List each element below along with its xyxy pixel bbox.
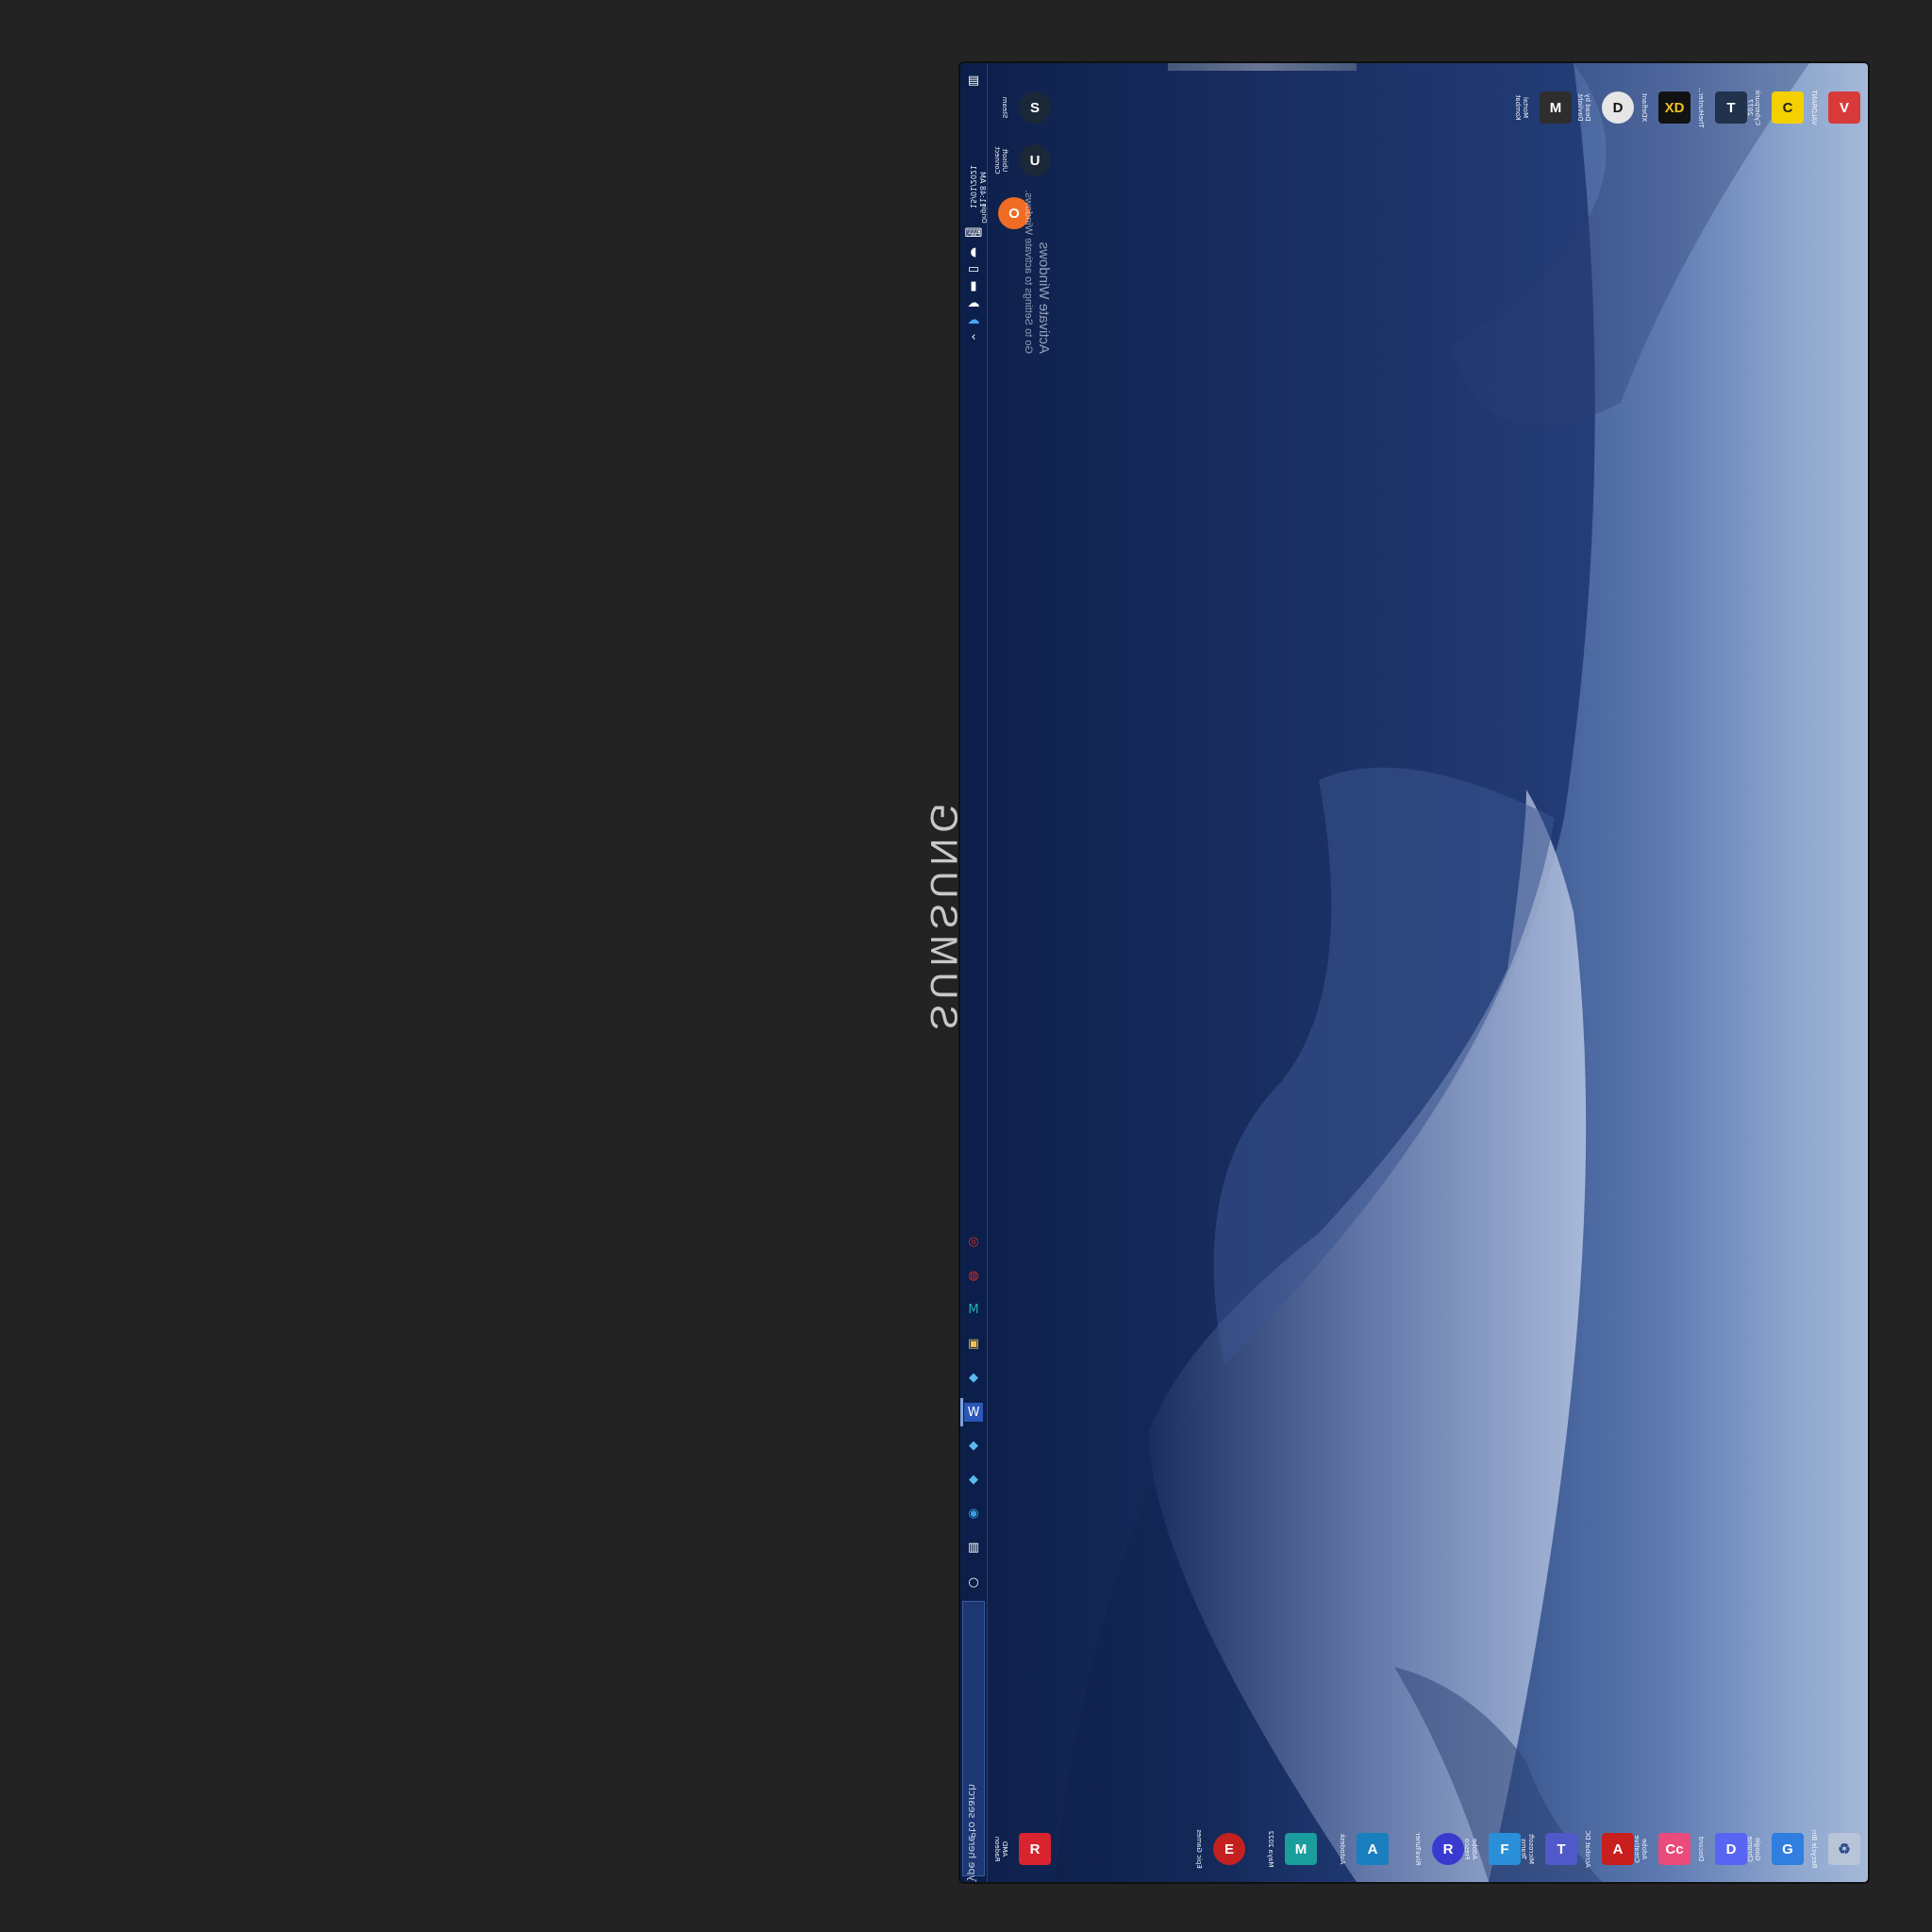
- edge-icon[interactable]: ◆: [964, 1368, 983, 1387]
- monitor-brand-logo: SUMSUNG: [923, 797, 964, 1030]
- fresco-icon: F: [1489, 1833, 1521, 1865]
- desktop-icon-label: Mortal Kombat: [1516, 94, 1529, 121]
- desktop-icon-teams[interactable]: T Microsoft Teams: [1522, 1825, 1577, 1878]
- acrobat-icon: A: [1602, 1833, 1634, 1865]
- desktop-icon-label: Maya 2022: [1267, 1830, 1274, 1868]
- desktop-icon-label: VALORANT: [1810, 90, 1818, 125]
- desktop-icon-label: Cyberpunk 2077: [1748, 89, 1761, 126]
- monitor-screen: ⊞ ⌕ ○ ▥ ◉ ◆ ◆ W ◆ ▣ M ◍ ◎ ▤ ⌨ ◖ ▭ ▮ ☁ ☁ …: [960, 63, 1868, 1882]
- desktop-icon-label: XDefiant: [1641, 92, 1648, 123]
- desktop-icon-valorant[interactable]: V VALORANT: [1807, 84, 1860, 137]
- volume-icon[interactable]: ◖: [964, 242, 983, 261]
- activate-subtitle: Go to Settings to activate Windows.: [1023, 190, 1034, 354]
- thehunter-icon: T: [1715, 92, 1747, 124]
- screen-glare: [1168, 63, 1357, 71]
- taskbar: ⊞ ⌕ ○ ▥ ◉ ◆ ◆ W ◆ ▣ M ◍ ◎ ▤ ⌨ ◖ ▭ ▮ ☁ ☁ …: [960, 63, 988, 1882]
- steam-icon: S: [1019, 92, 1051, 124]
- activate-title: Activate Windows: [1036, 242, 1052, 354]
- xdefiant-icon: XD: [1658, 92, 1690, 124]
- adobe-cc-icon: Cc: [1658, 1833, 1690, 1865]
- desktop-icon-autodesk[interactable]: A Autodesk: [1336, 1825, 1389, 1878]
- desktop-icon-label: AMD Radeon Software: [995, 1836, 1008, 1862]
- desktop-icon-discord[interactable]: D Discord: [1694, 1825, 1747, 1878]
- network-icon[interactable]: ▭: [964, 259, 983, 278]
- activate-windows-watermark: Activate Windows Go to Settings to activ…: [1014, 175, 1052, 354]
- ea-icon[interactable]: ◍: [964, 1266, 983, 1285]
- epic-games-icon: E: [1213, 1833, 1245, 1865]
- desktop-icon-adobe-cc[interactable]: Cc Adobe Creative: [1635, 1825, 1690, 1878]
- desktop-icon-amd-radeon[interactable]: R AMD Radeon Software: [995, 1825, 1051, 1878]
- active-indicator: [960, 1398, 963, 1426]
- desktop-icon-fresco[interactable]: F Adobe Fresco: [1465, 1825, 1521, 1878]
- desktop-icon-maya[interactable]: M Maya 2022: [1264, 1825, 1317, 1878]
- desktop-icon-label: Adobe Fresco: [1465, 1838, 1478, 1860]
- desktop-icon-recycle-bin[interactable]: ♻ Recycle Bin: [1807, 1825, 1860, 1878]
- red-app-icon[interactable]: ◎: [964, 1232, 983, 1251]
- notification-icon[interactable]: ▤: [964, 71, 983, 90]
- chevron-up-icon[interactable]: ‹: [964, 327, 983, 346]
- autodesk-icon: A: [1357, 1833, 1389, 1865]
- desktop-icon-label: Steam: [1001, 96, 1008, 119]
- ubisoft-icon: U: [1019, 144, 1051, 176]
- desktop-icon-label: Autodesk: [1339, 1833, 1346, 1865]
- edge-icon[interactable]: ◆: [964, 1470, 983, 1489]
- edge-icon[interactable]: ◉: [964, 1504, 983, 1523]
- desktop-icon-xdefiant[interactable]: XD XDefiant: [1638, 84, 1690, 137]
- desktop-icon-acrobat[interactable]: A Acrobat DC: [1581, 1825, 1634, 1878]
- desktop-icon-label: Ubisoft Connect: [995, 146, 1008, 175]
- desktop-icon-label: Recycle Bin: [1810, 1829, 1818, 1869]
- desktop-icon-label: Epic Games: [1195, 1829, 1203, 1869]
- wallpaper: [960, 63, 1809, 1882]
- desktop-icon-steam[interactable]: S Steam: [998, 84, 1051, 137]
- desktop-icon-dead-by-daylight[interactable]: D Dead by Daylight: [1578, 84, 1634, 137]
- desktop-icon-epic[interactable]: E Epic Games: [1192, 1825, 1245, 1878]
- rivatuner-icon: R: [1432, 1833, 1464, 1865]
- file-explorer-icon[interactable]: ▣: [964, 1334, 983, 1353]
- desktop-icon-thehunter[interactable]: T TheHunter...: [1694, 84, 1747, 137]
- maya-icon[interactable]: M: [964, 1300, 983, 1319]
- maya-icon: M: [1285, 1833, 1317, 1865]
- desktop-icon-chrome[interactable]: G Google Chrome: [1748, 1825, 1804, 1878]
- amd-radeon-icon: R: [1019, 1833, 1051, 1865]
- desktop-icon-label: Microsoft Teams: [1522, 1834, 1535, 1864]
- desktop-icon-label: Acrobat DC: [1584, 1830, 1591, 1868]
- desktop-icon-label: Dead by Daylight: [1578, 93, 1591, 122]
- desktop-icon-mortal-kombat[interactable]: M Mortal Kombat: [1516, 84, 1572, 137]
- dbd-icon: D: [1602, 92, 1634, 124]
- task-view-icon[interactable]: ▥: [964, 1538, 983, 1557]
- edge-icon[interactable]: ◆: [964, 1436, 983, 1455]
- search-placeholder: Type here to search: [966, 1783, 978, 1882]
- cortana-icon[interactable]: ○: [964, 1573, 983, 1591]
- desktop-icon-label: Adobe Creative: [1635, 1835, 1648, 1863]
- desktop-icon-label: Google Chrome: [1748, 1836, 1761, 1862]
- discord-icon: D: [1715, 1833, 1747, 1865]
- onedrive-icon[interactable]: ☁: [964, 293, 983, 312]
- recycle-bin-icon: ♻: [1828, 1833, 1860, 1865]
- desktop-icon-label: RivaTuner: [1414, 1832, 1422, 1866]
- word-icon[interactable]: W: [964, 1403, 983, 1422]
- mortal-kombat-icon: M: [1540, 92, 1572, 124]
- desktop-icon-rivatuner[interactable]: R RivaTuner: [1411, 1825, 1464, 1878]
- onedrive-icon[interactable]: ☁: [964, 310, 983, 329]
- desktop-icon-label: TheHunter...: [1697, 87, 1705, 128]
- chrome-icon: G: [1772, 1833, 1804, 1865]
- desktop-icon-cyberpunk[interactable]: C Cyberpunk 2077: [1748, 84, 1804, 137]
- valorant-icon: V: [1828, 92, 1860, 124]
- teams-icon: T: [1545, 1833, 1577, 1865]
- desktop-icon-label: Discord: [1697, 1836, 1705, 1862]
- desktop-icon-label: Origin: [980, 203, 988, 224]
- battery-icon[interactable]: ▮: [964, 276, 983, 295]
- cyberpunk-icon: C: [1772, 92, 1804, 124]
